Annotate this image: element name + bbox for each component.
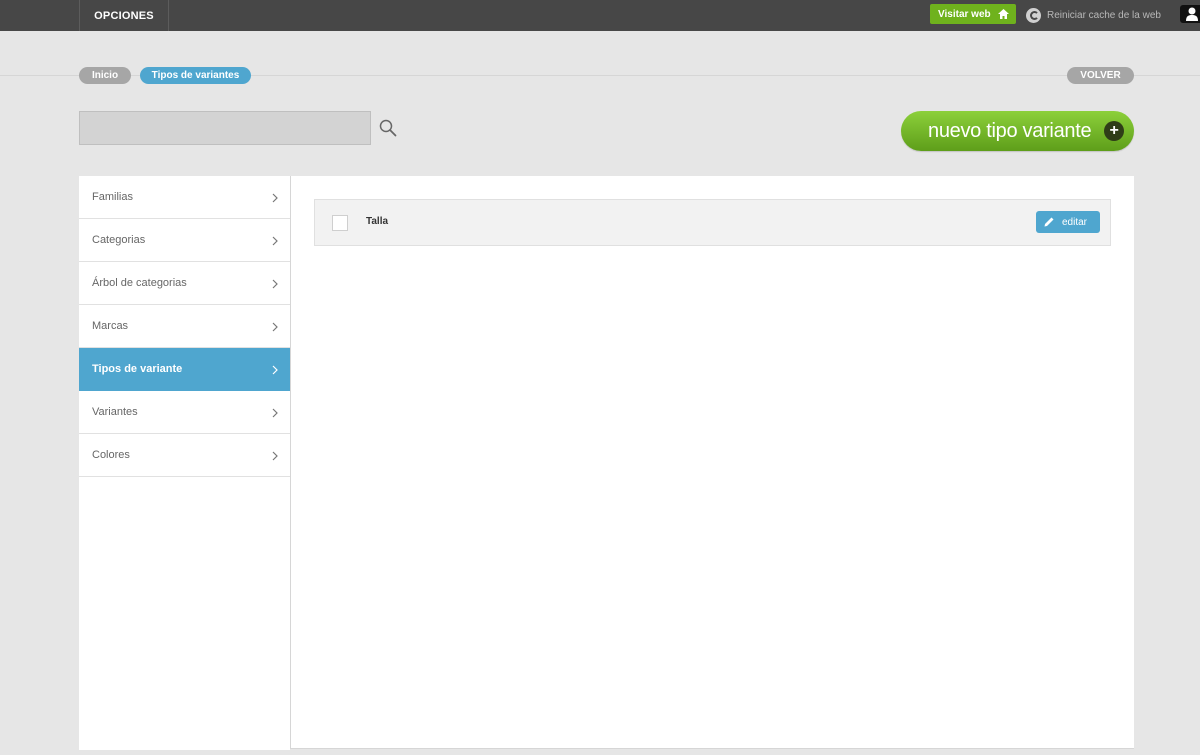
user-icon xyxy=(1186,7,1198,21)
chevron-right-icon xyxy=(272,451,278,461)
plus-icon: + xyxy=(1104,121,1124,141)
chevron-right-icon xyxy=(272,322,278,332)
sidebar-item-marcas[interactable]: Marcas xyxy=(79,305,290,348)
sidebar: Familias Categorias Árbol de categorias … xyxy=(79,176,290,750)
pencil-icon xyxy=(1044,217,1054,227)
reset-cache-link[interactable]: Reiniciar cache de la web xyxy=(1026,6,1161,24)
sidebar-item-label: Familias xyxy=(92,191,133,203)
new-variant-type-button[interactable]: nuevo tipo variante + xyxy=(901,111,1134,151)
chevron-right-icon xyxy=(272,408,278,418)
sidebar-item-variantes[interactable]: Variantes xyxy=(79,391,290,434)
row-checkbox[interactable] xyxy=(332,215,348,231)
edit-button[interactable]: editar xyxy=(1036,211,1100,233)
sidebar-item-label: Categorias xyxy=(92,234,146,246)
table-row: Talla editar xyxy=(314,199,1111,246)
sidebar-item-categorias[interactable]: Categorias xyxy=(79,219,290,262)
sidebar-item-label: Colores xyxy=(92,449,130,461)
reset-cache-label: Reiniciar cache de la web xyxy=(1047,9,1161,21)
home-icon xyxy=(998,9,1009,19)
back-button[interactable]: VOLVER xyxy=(1067,67,1134,84)
refresh-icon xyxy=(1026,7,1041,23)
chevron-right-icon xyxy=(272,365,278,375)
chevron-right-icon xyxy=(272,193,278,203)
sidebar-item-arbol-de-categorias[interactable]: Árbol de categorias xyxy=(79,262,290,305)
chevron-right-icon xyxy=(272,279,278,289)
edit-label: editar xyxy=(1062,216,1088,228)
visit-web-label: Visitar web xyxy=(938,8,991,20)
sidebar-item-familias[interactable]: Familias xyxy=(79,176,290,219)
top-bar: OPCIONES Visitar web Reiniciar cache de … xyxy=(0,0,1200,31)
breadcrumb-inicio[interactable]: Inicio xyxy=(79,67,131,84)
new-variant-type-label: nuevo tipo variante xyxy=(928,119,1092,142)
sidebar-item-label: Árbol de categorias xyxy=(92,277,187,289)
search-icon[interactable] xyxy=(379,119,397,137)
main-panel: Talla editar xyxy=(290,176,1134,749)
sidebar-item-colores[interactable]: Colores xyxy=(79,434,290,477)
sidebar-item-label: Tipos de variante xyxy=(92,363,183,375)
chevron-right-icon xyxy=(272,236,278,246)
user-button[interactable] xyxy=(1180,5,1200,23)
search-input[interactable] xyxy=(79,111,371,145)
sidebar-item-tipos-de-variante[interactable]: Tipos de variante xyxy=(79,348,290,391)
visit-web-button[interactable]: Visitar web xyxy=(930,4,1016,24)
sidebar-item-label: Marcas xyxy=(92,320,129,332)
breadcrumb-tipos-de-variantes[interactable]: Tipos de variantes xyxy=(140,67,251,84)
opciones-menu[interactable]: OPCIONES xyxy=(79,0,169,31)
row-name: Talla xyxy=(366,216,389,227)
sidebar-item-label: Variantes xyxy=(92,406,138,418)
